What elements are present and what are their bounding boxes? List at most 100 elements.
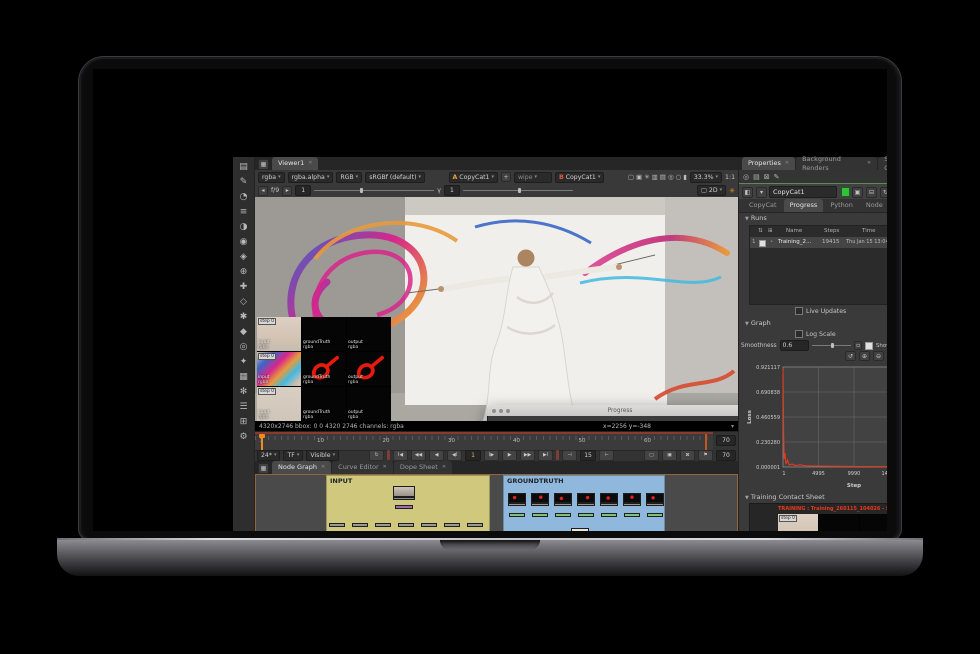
- gain-value[interactable]: 1: [295, 185, 311, 196]
- gain-sun-icon[interactable]: ✳: [729, 187, 735, 195]
- zoom-dropdown[interactable]: 33.3%▾: [690, 172, 722, 183]
- particles-nodes-icon[interactable]: ✱: [235, 309, 253, 324]
- range-a-icon[interactable]: ▢: [644, 450, 659, 461]
- time-nodes-icon[interactable]: ◔: [235, 189, 253, 204]
- copy-settings-icon[interactable]: ▣: [852, 187, 863, 198]
- contact-sheet-section-header[interactable]: ▼Training Contact Sheet: [745, 493, 825, 501]
- checkerboard-icon[interactable]: ✳: [644, 173, 649, 181]
- training-contact-sheet[interactable]: TRAINING : Training_260115_104026 - STEP…: [749, 503, 887, 531]
- lock-range-icon[interactable]: ⊠: [680, 450, 695, 461]
- crop-node[interactable]: [398, 523, 414, 527]
- input-a-dropdown[interactable]: ACopyCat1▾: [449, 172, 498, 183]
- gain-slider[interactable]: [314, 190, 434, 191]
- crop-node[interactable]: [444, 523, 460, 527]
- channels-menu-icon[interactable]: ▾: [756, 187, 767, 198]
- deep-nodes-icon[interactable]: ◆: [235, 324, 253, 339]
- runs-table-row[interactable]: 1 • Training_2... 19415 Thu Jan 15 13:04…: [750, 237, 887, 248]
- zoom-in-icon[interactable]: ⊕: [859, 351, 870, 361]
- edit-icon[interactable]: ✎: [774, 173, 780, 181]
- shuffle-node[interactable]: [532, 513, 548, 517]
- view-mode-dropdown[interactable]: ▢2D▾: [697, 185, 726, 196]
- live-updates-checkbox[interactable]: [795, 307, 803, 315]
- graph-section-header[interactable]: ▼Graph: [745, 319, 771, 327]
- shuffle-node[interactable]: [647, 513, 663, 517]
- viewer-canvas[interactable]: step 0 input rgba groundTruth rgba: [255, 197, 738, 421]
- crop-node[interactable]: [375, 523, 391, 527]
- other-nodes-icon[interactable]: ✻: [235, 384, 253, 399]
- fps-dropdown[interactable]: 24*▾: [257, 450, 280, 461]
- info-menu-icon[interactable]: ▾: [731, 423, 734, 430]
- viewport-layout-icon[interactable]: ▢: [628, 173, 634, 181]
- timeclip-node[interactable]: [395, 505, 413, 509]
- crop-node[interactable]: [329, 523, 345, 527]
- tf-dropdown[interactable]: TF▾: [283, 450, 303, 461]
- gain-prev-icon[interactable]: ◂: [258, 186, 268, 196]
- prev-keyframe-button[interactable]: ◀◀: [411, 450, 426, 461]
- node-name-field[interactable]: CopyCat1: [769, 186, 837, 198]
- tab-properties[interactable]: Properties✕: [742, 157, 795, 170]
- transform-nodes-icon[interactable]: ✚: [235, 279, 253, 294]
- runs-table[interactable]: ⇅ ⊞ Name Steps Time Colour 1 • Training_…: [749, 225, 887, 305]
- crop-node[interactable]: [352, 523, 368, 527]
- current-frame-field[interactable]: 1: [465, 450, 481, 461]
- read-node[interactable]: [623, 493, 641, 503]
- goto-in-button[interactable]: ⊣: [562, 450, 577, 461]
- visible-dropdown[interactable]: Visible▾: [306, 450, 339, 461]
- roi-icon[interactable]: ○: [676, 173, 682, 181]
- node-color-chip[interactable]: ◧: [742, 187, 753, 198]
- channels-dropdown[interactable]: RGB▾: [336, 172, 362, 183]
- revert-icon[interactable]: ↻: [880, 187, 887, 198]
- append-clip-node[interactable]: [571, 528, 589, 531]
- colorspace-dropdown[interactable]: sRGBf (default)▾: [365, 172, 425, 183]
- export-icon[interactable]: ⊟: [866, 187, 877, 198]
- smoothness-slider[interactable]: [812, 345, 851, 346]
- all-plugins-icon[interactable]: ☰: [235, 399, 253, 414]
- layer-dropdown[interactable]: rgba▾: [258, 172, 285, 183]
- wipe-dropdown[interactable]: wipe▾: [514, 172, 552, 183]
- runs-section-header[interactable]: ▼Runs: [745, 214, 767, 222]
- tab-node-graph[interactable]: Node Graph✕: [272, 461, 331, 474]
- goto-out-button[interactable]: ⊢: [599, 450, 614, 461]
- settings-icon[interactable]: ⚙: [235, 429, 253, 444]
- channel-nodes-icon[interactable]: ≡: [235, 204, 253, 219]
- keyer-nodes-icon[interactable]: ◈: [235, 249, 253, 264]
- read-node[interactable]: [531, 493, 549, 503]
- pin-icon[interactable]: ◎: [743, 173, 749, 181]
- toolsets-icon[interactable]: ▦: [235, 369, 253, 384]
- mask-overlay-icon[interactable]: ▤: [660, 173, 666, 181]
- window-buttons[interactable]: [492, 409, 510, 413]
- read-node[interactable]: [393, 486, 415, 497]
- panel-menu-icon[interactable]: ▦: [258, 159, 269, 170]
- tab-curve-editor[interactable]: Curve Editor✕: [332, 461, 393, 474]
- input-b-dropdown[interactable]: BCopyCat1▾: [555, 172, 604, 183]
- tab-progress[interactable]: Progress: [784, 199, 824, 212]
- gain-next-icon[interactable]: ▸: [282, 186, 292, 196]
- shuffle-node[interactable]: [601, 513, 617, 517]
- wipe-overlay-icon[interactable]: ▥: [652, 173, 658, 181]
- lock-panel-icon[interactable]: ⊠: [764, 173, 770, 181]
- pause-icon[interactable]: ▮: [683, 173, 687, 181]
- goto-end-button[interactable]: ▶I: [538, 450, 553, 461]
- close-icon[interactable]: ✕: [308, 159, 312, 168]
- progress-titlebar[interactable]: Progress: [487, 405, 738, 416]
- live-render-indicator[interactable]: [841, 187, 850, 197]
- proxy-ratio[interactable]: 1:1: [725, 174, 735, 181]
- read-node[interactable]: [554, 493, 572, 503]
- new-panel-icon[interactable]: ▤: [753, 173, 760, 181]
- fullscreen-icon[interactable]: ▣: [636, 173, 642, 181]
- gamma-value[interactable]: 1: [444, 185, 460, 196]
- crop-node[interactable]: [421, 523, 437, 527]
- tab-dope-sheet[interactable]: Dope Sheet✕: [394, 461, 452, 474]
- range-end-field[interactable]: 70: [716, 450, 736, 461]
- alpha-dropdown[interactable]: rgba.alpha▾: [288, 172, 334, 183]
- 3d-nodes-icon[interactable]: ◇: [235, 294, 253, 309]
- loop-mode-button[interactable]: ↻: [369, 450, 384, 461]
- step-back-button[interactable]: ◀: [429, 450, 444, 461]
- crop-node[interactable]: [467, 523, 483, 527]
- flag-icon[interactable]: ⚑: [698, 450, 713, 461]
- views-nodes-icon[interactable]: ◎: [235, 339, 253, 354]
- metadata-nodes-icon[interactable]: ✦: [235, 354, 253, 369]
- script-editor-icon[interactable]: ⊞: [235, 414, 253, 429]
- gamma-slider[interactable]: [463, 190, 573, 191]
- merge-nodes-icon[interactable]: ⊕: [235, 264, 253, 279]
